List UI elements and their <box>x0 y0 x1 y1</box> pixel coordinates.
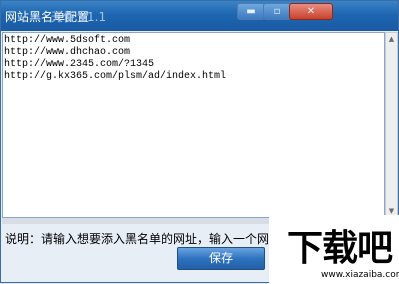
window-title-overlay: 天使 V1.1 <box>51 10 107 24</box>
minimize-button[interactable]: ▬ <box>237 3 265 20</box>
url-line: http://g.kx365.com/plsm/ad/index.html <box>4 71 227 82</box>
instruction-text: 说明：请输入想要添入黑名单的网址，输入一个网 <box>5 232 270 246</box>
close-icon: ✕ <box>306 6 316 17</box>
url-list-textarea[interactable]: http://www.5dsoft.com http://www.dhchao.… <box>2 32 385 218</box>
vertical-scrollbar[interactable]: ▲ ▼ <box>385 32 398 218</box>
watermark-url: www.xiazaiba.com <box>321 270 399 280</box>
watermark-logo: 下载吧 www.xiazaiba.com <box>269 215 399 284</box>
title-bar[interactable]: 网站黑名单配置天使 V1.1 ▬ ▫ ✕ <box>1 1 398 31</box>
close-button[interactable]: ✕ <box>289 3 333 20</box>
url-line: http://www.dhchao.com <box>4 47 131 58</box>
maximize-icon: ▫ <box>273 6 281 17</box>
minimize-icon: ▬ <box>246 6 256 17</box>
url-line: http://www.2345.com/?1345 <box>4 59 155 70</box>
watermark-brand: 下载吧 <box>287 228 393 269</box>
url-line: http://www.5dsoft.com <box>4 35 131 46</box>
window-title: 网站黑名单配置天使 V1.1 <box>5 8 106 25</box>
maximize-button[interactable]: ▫ <box>263 3 291 20</box>
scroll-up-icon[interactable]: ▲ <box>386 33 397 45</box>
save-button[interactable]: 保存 <box>177 247 265 270</box>
app-window: 网站黑名单配置天使 V1.1 ▬ ▫ ✕ http://www.5dsoft.c… <box>0 0 399 284</box>
